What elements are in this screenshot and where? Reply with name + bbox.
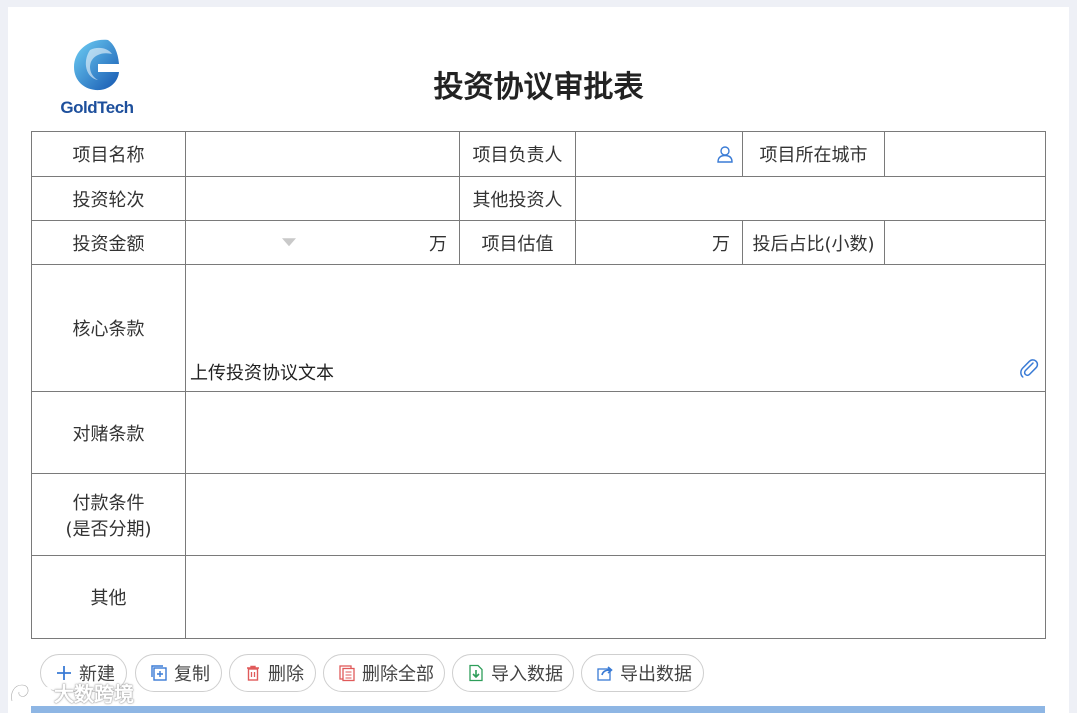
upload-agreement-link[interactable]: 上传投资协议文本 [190,359,334,385]
payment-terms-label-line1: 付款条件 [72,492,145,514]
project-owner-label: 项目负责人 [459,131,576,177]
other-investors-label: 其他投资人 [459,176,576,221]
dropdown-arrow-icon[interactable] [282,237,296,246]
payment-terms-label: 付款条件 (是否分期) [31,473,186,556]
core-terms-input[interactable]: 上传投资协议文本 [185,264,1046,392]
other-label: 其他 [31,555,186,639]
user-icon[interactable] [716,145,734,163]
project-owner-picker[interactable] [575,131,743,177]
investment-amount-input[interactable]: 万 [185,220,460,265]
trash-icon [247,665,259,681]
import-button[interactable]: 导入数据 [452,654,574,692]
approval-form-table: 项目名称 项目负责人 项目所在城市 投资轮次 其他投资人 投资金额 万 项目估值… [31,131,1046,639]
core-terms-label: 核心条款 [31,264,186,392]
copy-icon [151,665,167,681]
delete-all-button-label: 删除全部 [362,664,434,685]
other-input[interactable] [185,555,1046,639]
page-title: 投资协议审批表 [433,70,644,105]
vam-terms-input[interactable] [185,391,1046,474]
valuation-label: 项目估值 [459,220,576,265]
project-name-input[interactable] [185,131,460,177]
post-investment-ratio-input[interactable] [884,220,1046,265]
project-city-label: 项目所在城市 [742,131,885,177]
other-investors-input[interactable] [575,176,1046,221]
investment-amount-label: 投资金额 [31,220,186,265]
bottom-bar [31,706,1045,713]
delete-all-icon [339,665,355,682]
copy-button[interactable]: 复制 [135,654,222,692]
project-city-input[interactable] [884,131,1046,177]
copy-button-label: 复制 [174,664,210,685]
watermark-text: 大数跨境 [54,682,134,706]
export-button-label: 导出数据 [620,664,692,685]
payment-terms-input[interactable] [185,473,1046,556]
investment-round-input[interactable] [185,176,460,221]
post-investment-ratio-label: 投后占比(小数) [742,220,885,265]
import-icon [469,664,483,682]
export-button[interactable]: 导出数据 [581,654,704,692]
vam-terms-label: 对赌条款 [31,391,186,474]
import-button-label: 导入数据 [491,664,563,685]
amount-unit: 万 [429,233,447,255]
payment-terms-label-line2: (是否分期) [65,518,152,540]
export-icon [597,666,613,681]
paperclip-icon[interactable] [1019,357,1039,379]
delete-button[interactable]: 删除 [229,654,316,692]
project-name-label: 项目名称 [31,131,186,177]
watermark-logo-icon [10,683,52,702]
valuation-unit: 万 [712,233,730,255]
investment-round-label: 投资轮次 [31,176,186,221]
delete-button-label: 删除 [268,664,304,685]
valuation-input[interactable]: 万 [575,220,743,265]
delete-all-button[interactable]: 删除全部 [323,654,445,692]
